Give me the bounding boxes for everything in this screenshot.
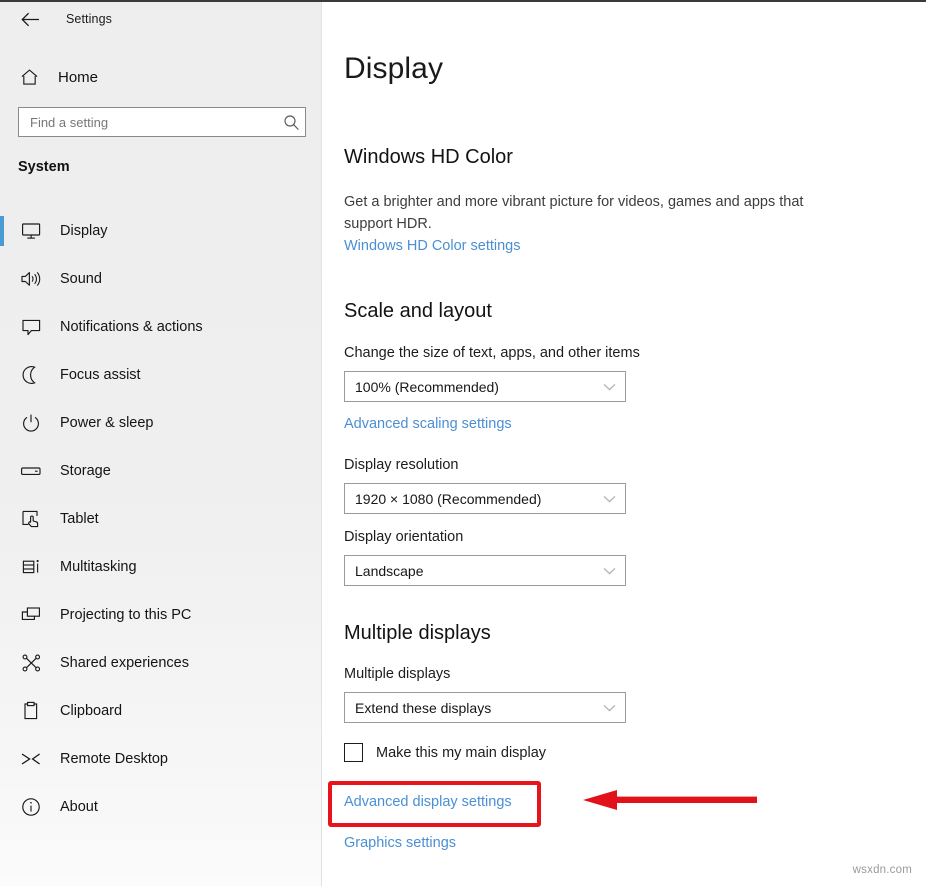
scale-label: Change the size of text, apps, and other… xyxy=(344,345,640,361)
search-box[interactable] xyxy=(18,107,306,137)
settings-window: Settings Home System xyxy=(0,0,926,886)
tablet-hand-icon xyxy=(18,506,44,532)
sidebar-item-focus-assist[interactable]: Focus assist xyxy=(0,351,322,399)
selection-indicator xyxy=(0,792,4,822)
graphics-settings-link[interactable]: Graphics settings xyxy=(344,835,456,851)
power-icon xyxy=(18,410,44,436)
sidebar-group-title: System xyxy=(18,159,70,175)
sidebar-item-shared-experiences[interactable]: Shared experiences xyxy=(0,639,322,687)
sidebar-item-label: Projecting to this PC xyxy=(60,607,191,623)
section-heading-hd-color: Windows HD Color xyxy=(344,146,513,169)
sidebar-item-power-sleep[interactable]: Power & sleep xyxy=(0,399,322,447)
chevron-down-icon xyxy=(603,693,616,722)
chevron-down-icon xyxy=(603,556,616,585)
selection-indicator xyxy=(0,504,4,534)
sidebar-item-label: About xyxy=(60,799,98,815)
main-content: Display Windows HD Color Get a brighter … xyxy=(323,2,926,886)
selection-indicator xyxy=(0,216,4,246)
multiple-displays-dropdown-value: Extend these displays xyxy=(345,700,491,716)
sidebar-item-label: Clipboard xyxy=(60,703,122,719)
home-label: Home xyxy=(58,69,98,86)
orientation-dropdown[interactable]: Landscape xyxy=(344,555,626,586)
hd-color-description: Get a brighter and more vibrant picture … xyxy=(344,191,804,235)
home-icon xyxy=(18,66,40,88)
multitasking-icon xyxy=(18,554,44,580)
advanced-display-settings-link[interactable]: Advanced display settings xyxy=(344,794,512,810)
back-button[interactable] xyxy=(12,4,48,34)
chat-bubble-icon xyxy=(18,314,44,340)
sidebar-item-label: Shared experiences xyxy=(60,655,189,671)
selection-indicator xyxy=(0,360,4,390)
multiple-displays-dropdown[interactable]: Extend these displays xyxy=(344,692,626,723)
resolution-dropdown[interactable]: 1920 × 1080 (Recommended) xyxy=(344,483,626,514)
sidebar-item-multitasking[interactable]: Multitasking xyxy=(0,543,322,591)
main-display-checkbox-row[interactable]: Make this my main display xyxy=(344,743,546,762)
selection-indicator xyxy=(0,312,4,342)
resolution-dropdown-value: 1920 × 1080 (Recommended) xyxy=(345,491,541,507)
multiple-displays-label: Multiple displays xyxy=(344,666,450,682)
sidebar-item-home[interactable]: Home xyxy=(0,60,322,94)
advanced-scaling-settings-link[interactable]: Advanced scaling settings xyxy=(344,416,512,432)
resolution-label: Display resolution xyxy=(344,457,458,473)
selection-indicator xyxy=(0,744,4,774)
selection-indicator xyxy=(0,696,4,726)
moon-icon xyxy=(18,362,44,388)
sidebar-nav-list: Display Sound xyxy=(0,207,322,831)
search-icon xyxy=(277,114,305,131)
share-nodes-icon xyxy=(18,650,44,676)
sidebar-item-notifications-actions[interactable]: Notifications & actions xyxy=(0,303,322,351)
section-heading-multiple-displays: Multiple displays xyxy=(344,622,491,645)
selection-indicator xyxy=(0,648,4,678)
selection-indicator xyxy=(0,456,4,486)
back-arrow-icon xyxy=(21,12,40,27)
sidebar-item-projecting-to-this-pc[interactable]: Projecting to this PC xyxy=(0,591,322,639)
info-circle-icon xyxy=(18,794,44,820)
main-display-checkbox[interactable] xyxy=(344,743,363,762)
sidebar-item-label: Sound xyxy=(60,271,102,287)
monitor-icon xyxy=(18,218,44,244)
main-display-checkbox-label: Make this my main display xyxy=(376,745,546,761)
sidebar-item-storage[interactable]: Storage xyxy=(0,447,322,495)
sidebar-item-label: Tablet xyxy=(60,511,99,527)
orientation-dropdown-value: Landscape xyxy=(345,563,424,579)
scale-dropdown[interactable]: 100% (Recommended) xyxy=(344,371,626,402)
watermark: wsxdn.com xyxy=(853,864,912,876)
chevron-down-icon xyxy=(603,372,616,401)
selection-indicator xyxy=(0,408,4,438)
selection-indicator xyxy=(0,264,4,294)
sidebar-item-remote-desktop[interactable]: Remote Desktop xyxy=(0,735,322,783)
sidebar: Settings Home System xyxy=(0,2,322,886)
sidebar-item-clipboard[interactable]: Clipboard xyxy=(0,687,322,735)
sidebar-item-about[interactable]: About xyxy=(0,783,322,831)
sidebar-item-display[interactable]: Display xyxy=(0,207,322,255)
clipboard-icon xyxy=(18,698,44,724)
remote-desktop-icon xyxy=(18,746,44,772)
scale-dropdown-value: 100% (Recommended) xyxy=(345,379,499,395)
selection-indicator xyxy=(0,552,4,582)
sidebar-item-label: Display xyxy=(60,223,108,239)
sidebar-item-label: Multitasking xyxy=(60,559,137,575)
chevron-down-icon xyxy=(603,484,616,513)
window-title: Settings xyxy=(66,12,112,26)
sidebar-item-sound[interactable]: Sound xyxy=(0,255,322,303)
drive-icon xyxy=(18,458,44,484)
sidebar-item-label: Storage xyxy=(60,463,111,479)
orientation-label: Display orientation xyxy=(344,529,463,545)
windows-hd-color-settings-link[interactable]: Windows HD Color settings xyxy=(344,238,520,254)
selection-indicator xyxy=(0,600,4,630)
page-title: Display xyxy=(344,52,443,86)
sidebar-item-label: Notifications & actions xyxy=(60,319,203,335)
title-bar: Settings xyxy=(0,2,322,36)
projecting-icon xyxy=(18,602,44,628)
sidebar-item-tablet[interactable]: Tablet xyxy=(0,495,322,543)
sidebar-item-label: Power & sleep xyxy=(60,415,154,431)
speaker-icon xyxy=(18,266,44,292)
section-heading-scale-layout: Scale and layout xyxy=(344,300,492,323)
sidebar-item-label: Remote Desktop xyxy=(60,751,168,767)
sidebar-item-label: Focus assist xyxy=(60,367,141,383)
search-input[interactable] xyxy=(19,115,277,130)
